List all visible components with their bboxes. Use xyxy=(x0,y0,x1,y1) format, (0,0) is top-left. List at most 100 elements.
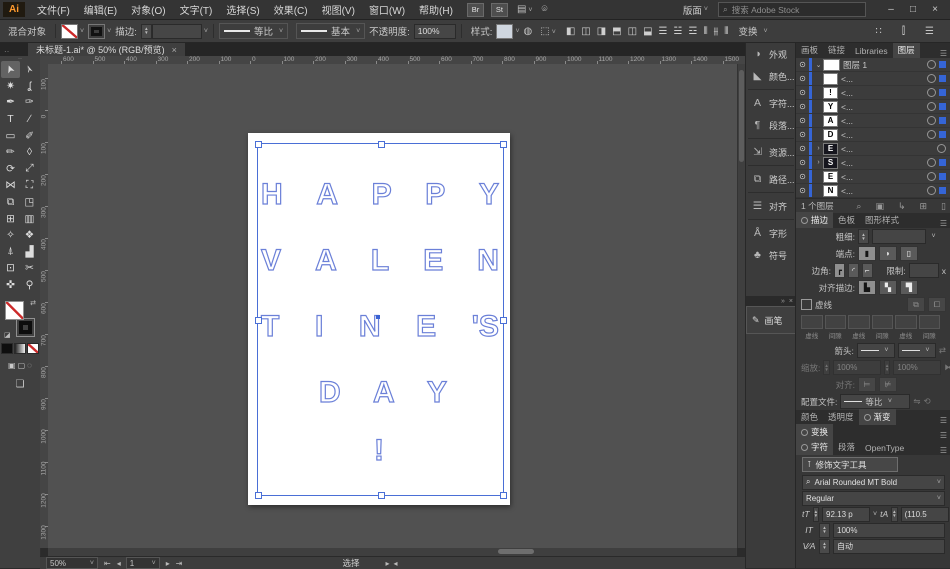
distribute-right-icon[interactable]: ⫴ xyxy=(724,26,728,37)
menu-item[interactable]: 对象(O) xyxy=(124,2,172,17)
font-style-select[interactable]: Regular ˅ xyxy=(802,490,945,506)
leading-field[interactable]: (110.5 xyxy=(900,506,949,522)
layer-row[interactable]: ⊙ › E <... xyxy=(796,142,950,156)
panel-pathfinder[interactable]: ⧉ 路径... xyxy=(746,168,796,190)
document-setup-icon[interactable]: ◍ xyxy=(524,26,533,37)
artboard-letter[interactable]: H xyxy=(260,177,283,213)
panel-character[interactable]: A 字符... xyxy=(746,92,796,114)
type-tool[interactable]: T xyxy=(1,111,20,128)
stroke-weight-field[interactable] xyxy=(151,23,202,39)
panel-menu-icon[interactable]: ☰ xyxy=(936,219,950,228)
visibility-eye-icon[interactable]: ⊙ xyxy=(796,144,809,153)
close-icon[interactable]: × xyxy=(789,298,793,305)
corner-button-1[interactable]: ◜ xyxy=(847,263,859,278)
cap-button-2[interactable]: ▯ xyxy=(900,246,918,261)
next-artboard-icon[interactable]: ▸ xyxy=(166,559,170,568)
status-expand-icon[interactable]: ▸ xyxy=(385,559,389,568)
selection-square[interactable] xyxy=(939,131,946,138)
selection-square[interactable] xyxy=(939,103,946,110)
kerning-stepper[interactable]: ▲ ▼ xyxy=(819,538,830,554)
artboard-letter[interactable]: A xyxy=(372,375,395,411)
vertical-scale-field[interactable]: 100% xyxy=(833,522,945,538)
opacity-field[interactable]: 100% xyxy=(413,23,456,39)
maximize-button[interactable]: □ xyxy=(902,1,924,18)
touch-type-tool-button[interactable]: ⊺ 修饰文字工具 xyxy=(802,457,898,472)
artboard-letter[interactable]: V xyxy=(260,243,281,279)
canvas[interactable]: H A P P Y V A L E N T I N E 'S D A Y! xyxy=(48,64,737,548)
stroke-color-well[interactable] xyxy=(16,318,35,338)
selection-square[interactable] xyxy=(939,75,946,82)
horizontal-align-left-icon[interactable]: ◧ xyxy=(566,26,575,37)
cap-button-1[interactable]: ◗ xyxy=(879,246,897,261)
arrowhead-select-0[interactable]: ˅ xyxy=(856,343,895,358)
rectangle-tool[interactable]: ▭ xyxy=(1,127,20,144)
arrowhead-select-1[interactable]: ˅ xyxy=(897,343,936,358)
panel-menu-icon[interactable]: ☰ xyxy=(936,431,950,440)
fill-swatch[interactable] xyxy=(61,23,79,39)
distribute-top-icon[interactable]: ☰ xyxy=(659,26,668,37)
font-size-stepper[interactable]: ▲ ▼ xyxy=(812,506,820,522)
brush-definition-select[interactable]: 基本 ˅ xyxy=(296,23,366,39)
artboard-letter[interactable]: T xyxy=(260,309,280,345)
draw-behind-icon[interactable]: ▢ xyxy=(18,361,26,370)
dashed-line-checkbox[interactable] xyxy=(801,299,812,310)
target-circle-icon[interactable] xyxy=(927,102,936,111)
menu-item[interactable]: 文字(T) xyxy=(173,2,220,17)
horizontal-align-right-icon[interactable]: ◨ xyxy=(597,26,606,37)
selection-tool[interactable]: ➤ xyxy=(1,61,20,78)
layer-thumbnail[interactable]: A xyxy=(823,114,838,127)
panel-glyphs[interactable]: Å 字形 xyxy=(746,222,796,244)
options-menu-icon[interactable]: ☰ xyxy=(925,26,934,37)
distribute-center-icon[interactable]: ☱ xyxy=(674,26,683,37)
target-circle-icon[interactable] xyxy=(927,186,936,195)
free-transform-tool[interactable]: ⛶ xyxy=(20,177,39,194)
panel-color[interactable]: ◣ 颜色... xyxy=(746,65,796,87)
selection-square[interactable] xyxy=(939,89,946,96)
corner-button-0[interactable]: ┏ xyxy=(834,263,845,278)
layer-thumbnail[interactable] xyxy=(823,72,838,85)
layer-thumbnail[interactable]: D xyxy=(823,128,838,141)
layer-thumbnail[interactable]: Y xyxy=(823,100,838,113)
align-dash-icon[interactable]: ⧠ xyxy=(928,297,946,312)
pencil-tool[interactable]: ✏ xyxy=(1,144,20,161)
layer-row[interactable]: ⊙ › S <... xyxy=(796,156,950,170)
artboard[interactable]: H A P P Y V A L E N T I N E 'S D A Y! xyxy=(248,133,510,505)
artboard-letter[interactable]: E xyxy=(416,309,437,345)
tab-Libraries[interactable]: Libraries xyxy=(850,44,893,58)
status-collapse-icon[interactable]: ◂ xyxy=(393,559,397,568)
artboard-letter[interactable]: N xyxy=(477,243,500,279)
menu-item[interactable]: 文件(F) xyxy=(30,2,77,17)
tab-链接[interactable]: 链接 xyxy=(823,43,850,58)
align-stroke-button-0[interactable]: ▙ xyxy=(858,280,876,295)
selection-square[interactable] xyxy=(939,173,946,180)
dropdown-arrow-icon[interactable]: ˅ xyxy=(929,233,938,240)
layer-name[interactable]: <... xyxy=(841,74,853,84)
panel-paragraph[interactable]: ¶ 段落... xyxy=(746,114,796,136)
layer-row[interactable]: ⊙ D <... xyxy=(796,128,950,142)
artboard-letter[interactable]: L xyxy=(370,243,390,279)
close-document-icon[interactable]: × xyxy=(172,45,177,55)
screen-mode-icon[interactable]: ❏ xyxy=(0,379,40,390)
visibility-eye-icon[interactable]: ⊙ xyxy=(796,116,809,125)
share-icon[interactable]: ⌾ xyxy=(541,4,547,15)
target-circle-icon[interactable] xyxy=(937,144,946,153)
selection-square[interactable] xyxy=(939,61,946,68)
style-swatch[interactable] xyxy=(496,23,514,39)
locate-object-icon[interactable]: ⌕ xyxy=(856,201,861,212)
corner-button-2[interactable]: ⌐ xyxy=(861,263,873,278)
slice-tool[interactable]: ✂ xyxy=(20,260,39,277)
width-profile-select[interactable]: 等比 ˅ xyxy=(840,394,911,409)
zoom-level-select[interactable]: 50% ˅ xyxy=(46,557,98,569)
miter-limit-field[interactable] xyxy=(908,263,939,278)
panel-menu-icon[interactable]: ☰ xyxy=(936,49,950,58)
tab-透明度[interactable]: 透明度 xyxy=(823,409,859,425)
bridge-button[interactable]: Br xyxy=(466,2,484,17)
eyedropper-tool[interactable]: ✧ xyxy=(1,227,20,244)
width-profile-select[interactable]: 等比 ˅ xyxy=(218,23,289,39)
tab-图层[interactable]: 图层 xyxy=(892,43,920,58)
swap-fill-stroke-icon[interactable]: ⇄ xyxy=(30,299,36,307)
paintbrush-tool[interactable]: ✐ xyxy=(20,127,39,144)
target-circle-icon[interactable] xyxy=(927,158,936,167)
layer-row-parent[interactable]: ⊙ ⌄ 图层 1 xyxy=(796,58,950,72)
layer-name[interactable]: <... xyxy=(841,116,853,126)
